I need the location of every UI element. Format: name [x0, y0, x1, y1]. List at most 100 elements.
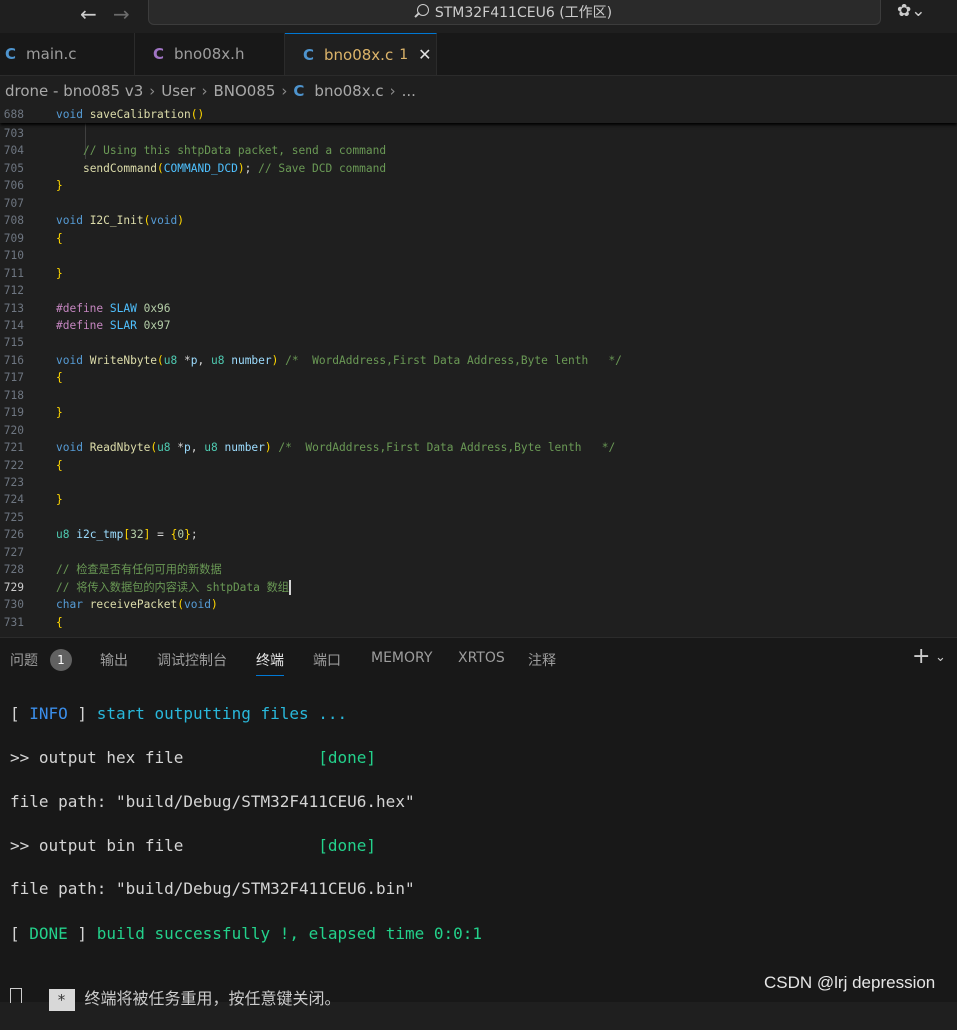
code-line[interactable]: 728 // 检查是否有任何可用的新数据 — [0, 561, 957, 578]
tab-main-c[interactable]: C main.c — [0, 33, 135, 75]
code-line[interactable]: 718 — [0, 387, 957, 404]
code-token: { — [56, 458, 63, 472]
code-token: ) — [264, 441, 272, 455]
breadcrumb-item[interactable]: drone - bno085 v3 — [5, 82, 143, 100]
code-line[interactable]: 731 { — [0, 614, 957, 631]
panel-tab[interactable]: 终端 — [256, 650, 284, 676]
tab-bno08x-h[interactable]: C bno08x.h — [135, 33, 285, 75]
breadcrumb-item[interactable]: BNO085 — [213, 82, 275, 100]
panel-tab[interactable]: MEMORY — [371, 650, 432, 666]
code-line[interactable]: 707 — [0, 195, 957, 212]
code-line[interactable]: 705 sendCommand(COMMAND_DCD); // Save DC… — [0, 160, 957, 177]
panel-tab[interactable]: 调试控制台 — [157, 650, 227, 670]
terminal-line: file path: "build/Debug/STM32F411CEU6.bi… — [10, 879, 415, 898]
code-line[interactable]: 717 { — [0, 369, 957, 386]
panel-tab[interactable]: XRTOS — [458, 650, 505, 666]
code-token: ) — [210, 598, 218, 612]
command-center-search[interactable]: STM32F411CEU6 (工作区) — [148, 0, 881, 25]
terminal-line: [ DONE ] build successfully !, elapsed t… — [10, 924, 482, 943]
code-token: char — [56, 598, 90, 612]
code-token: void — [56, 353, 90, 367]
code-line[interactable]: 721 void ReadNbyte(u8 *p, u8 number) /* W… — [0, 439, 957, 456]
copilot-icon[interactable]: ✿⌄ — [897, 1, 926, 21]
line-number: 709 — [3, 231, 24, 245]
terminal-line: >> output bin file [done] — [10, 836, 376, 855]
line-number: 731 — [3, 615, 24, 629]
line-number: 718 — [3, 388, 24, 402]
code-line[interactable]: 730 char receivePacket(void) — [0, 596, 957, 613]
breadcrumb: drone - bno085 v3 › User › BNO085 › C bn… — [0, 76, 957, 106]
sticky-scroll-header[interactable]: 688 void saveCalibration() — [0, 106, 957, 123]
code-token: void — [56, 441, 90, 455]
code-token: } — [56, 493, 63, 507]
new-terminal-icon[interactable]: + — [912, 644, 930, 669]
line-number: 714 — [3, 318, 24, 332]
code-line[interactable]: 712 — [0, 282, 957, 299]
code-line[interactable]: 720 — [0, 422, 957, 439]
code-token: ) — [237, 161, 245, 175]
code-token: u8 — [56, 528, 77, 542]
code-editor[interactable]: 688 void saveCalibration() 703 704 // Usin… — [0, 106, 957, 636]
code-token: void — [150, 214, 178, 228]
code-line[interactable]: 703 — [0, 125, 957, 142]
panel-tab[interactable]: 问题 — [10, 650, 38, 670]
code-token: ( — [157, 353, 164, 367]
line-number: 727 — [3, 545, 24, 559]
line-number: 720 — [3, 423, 24, 437]
code-line[interactable]: 722 { — [0, 457, 957, 474]
code-line[interactable]: 709 { — [0, 230, 957, 247]
watermark: CSDN @lrj depression — [764, 973, 936, 992]
code-line[interactable]: 725 — [0, 509, 957, 526]
line-number: 726 — [3, 528, 24, 542]
line-number: 725 — [3, 510, 24, 524]
code-text: sendCommand(COMMAND_DCD); // Save DCD co… — [56, 160, 386, 177]
code-line[interactable]: 714 #define SLAR 0x97 — [0, 317, 957, 334]
code-line[interactable]: 704 // Using this shtpData packet, send … — [0, 142, 957, 159]
tab-label: bno08x.c — [324, 45, 394, 64]
panel-tab[interactable]: 输出 — [100, 650, 128, 670]
terminal-token: ] — [67, 704, 97, 723]
code-line[interactable]: 708 void I2C_Init(void) — [0, 212, 957, 229]
code-line[interactable]: 710 — [0, 247, 957, 264]
chevron-down-icon[interactable]: ⌄ — [935, 650, 946, 665]
chevron-right-icon: › — [281, 82, 288, 100]
code-token: , — [190, 441, 205, 455]
code-token: u8 — [157, 441, 178, 455]
code-line[interactable]: 726 u8 i2c_tmp[32] = {0}; — [0, 526, 957, 543]
code-line[interactable]: 713 #define SLAW 0x96 — [0, 300, 957, 317]
panel-tab[interactable]: 注释 — [528, 650, 556, 670]
code-line[interactable]: 729 // 将传入数据包的内容读入 shtpData 数组 — [0, 579, 957, 596]
close-icon[interactable]: ✕ — [418, 45, 431, 64]
code-line[interactable]: 727 — [0, 544, 957, 561]
code-token: 32 — [130, 528, 144, 542]
tab-bno08x-c[interactable]: C bno08x.c 1 ✕ — [285, 33, 437, 75]
panel-tab[interactable]: 端口 — [313, 650, 341, 670]
breadcrumb-more[interactable]: ... — [402, 82, 416, 100]
code-token: receivePacket — [89, 598, 178, 612]
code-line[interactable]: 711} — [0, 265, 957, 282]
breadcrumb-item[interactable]: User — [161, 82, 195, 100]
code-token: u8 — [211, 353, 232, 367]
back-arrow-icon[interactable]: ← — [80, 2, 97, 26]
code-line[interactable]: 715 — [0, 334, 957, 351]
line-number: 717 — [3, 371, 24, 385]
text-cursor — [289, 580, 291, 596]
breadcrumb-file[interactable]: bno08x.c — [314, 82, 383, 100]
code-line[interactable]: 723 — [0, 474, 957, 491]
code-token: { — [56, 371, 63, 385]
terminal-output[interactable]: * 终端将被任务重用，按任意键关闭。 [ INFO ] start outputt… — [0, 682, 957, 1011]
forward-arrow-icon[interactable]: → — [113, 2, 130, 26]
terminal-token: >> output hex file — [10, 748, 319, 767]
code-line[interactable]: 688 void saveCalibration() — [0, 106, 957, 123]
line-number: 724 — [3, 493, 24, 507]
code-text: } — [56, 491, 63, 508]
code-line[interactable]: 724} — [0, 491, 957, 508]
code-line[interactable]: 716 void WriteNbyte(u8 *p, u8 number) /* … — [0, 352, 957, 369]
code-line[interactable]: 706} — [0, 177, 957, 194]
panel-tab-bar: 1 + ⌄ 问题 输出 调试控制台 终端 端口 MEMORY XRTOS 注释 — [0, 637, 957, 682]
tab-label: main.c — [26, 45, 77, 63]
code-text: } — [56, 404, 63, 421]
code-line[interactable]: 719} — [0, 404, 957, 421]
